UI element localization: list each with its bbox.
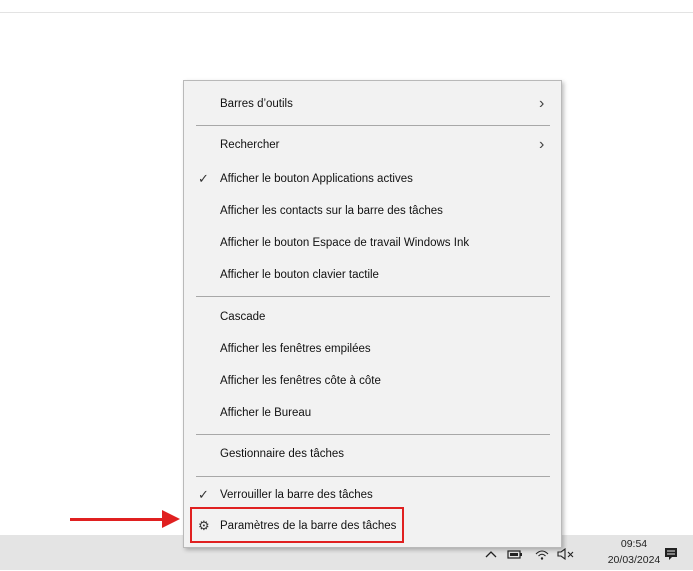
menu-item-label: Rechercher bbox=[220, 139, 280, 151]
menu-item-label: Afficher le bouton Applications actives bbox=[220, 173, 413, 185]
menu-item-stacked[interactable]: Afficher les fenêtres empilées bbox=[184, 334, 561, 364]
menu-item-lock-taskbar[interactable]: ✓ Verrouiller la barre des tâches bbox=[184, 480, 561, 510]
action-center-icon[interactable] bbox=[660, 536, 682, 571]
menu-item-side-by-side[interactable]: Afficher les fenêtres côte à côte bbox=[184, 366, 561, 396]
menu-item-cascade[interactable]: Cascade bbox=[184, 302, 561, 332]
highlight-box bbox=[190, 507, 404, 543]
checkmark-icon: ✓ bbox=[198, 171, 209, 186]
annotation-arrow bbox=[70, 518, 168, 521]
arrow-right-icon bbox=[162, 510, 180, 528]
menu-item-label: Afficher les contacts sur la barre des t… bbox=[220, 205, 443, 217]
menu-separator bbox=[196, 476, 550, 477]
menu-item-label: Afficher les fenêtres côte à côte bbox=[220, 375, 381, 387]
menu-item-show-touch-keyboard[interactable]: Afficher le bouton clavier tactile bbox=[184, 260, 561, 290]
chevron-right-icon: › bbox=[539, 95, 545, 112]
menu-item-label: Afficher les fenêtres empilées bbox=[220, 343, 371, 355]
menu-item-show-contacts[interactable]: Afficher les contacts sur la barre des t… bbox=[184, 196, 561, 226]
menu-item-show-windows-ink[interactable]: Afficher le bouton Espace de travail Win… bbox=[184, 228, 561, 258]
menu-item-show-task-view[interactable]: ✓ Afficher le bouton Applications active… bbox=[184, 164, 561, 194]
menu-item-label: Afficher le bouton clavier tactile bbox=[220, 269, 379, 281]
menu-item-search[interactable]: Rechercher › bbox=[184, 130, 561, 160]
clock-date: 20/03/2024 bbox=[607, 554, 661, 566]
menu-separator bbox=[196, 296, 550, 297]
menu-item-toolbars[interactable]: Barres d’outils › bbox=[184, 89, 561, 119]
menu-item-label: Afficher le Bureau bbox=[220, 407, 312, 419]
menu-item-label: Afficher le bouton Espace de travail Win… bbox=[220, 237, 470, 249]
menu-separator bbox=[196, 125, 550, 126]
menu-item-label: Cascade bbox=[220, 311, 266, 323]
taskbar-clock[interactable]: 09:54 20/03/2024 bbox=[606, 536, 662, 570]
menu-item-label: Verrouiller la barre des tâches bbox=[220, 489, 373, 501]
top-divider bbox=[0, 12, 693, 13]
menu-separator bbox=[196, 434, 550, 435]
menu-item-label: Gestionnaire des tâches bbox=[220, 448, 345, 460]
menu-item-task-manager[interactable]: Gestionnaire des tâches bbox=[184, 439, 561, 469]
menu-item-show-desktop[interactable]: Afficher le Bureau bbox=[184, 398, 561, 428]
checkmark-icon: ✓ bbox=[198, 487, 209, 502]
menu-item-label: Barres d’outils bbox=[220, 98, 293, 110]
taskbar-context-menu: Barres d’outils › Rechercher › ✓ Affiche… bbox=[183, 80, 562, 548]
chevron-right-icon: › bbox=[539, 136, 545, 153]
clock-time: 09:54 bbox=[620, 538, 648, 550]
